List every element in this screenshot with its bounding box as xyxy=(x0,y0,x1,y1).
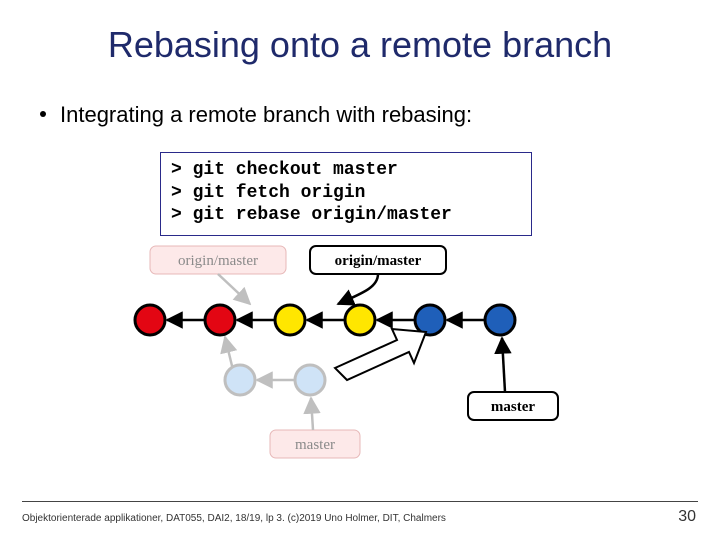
pointer-master-new xyxy=(502,338,505,392)
origin-master-new-text: origin/master xyxy=(335,253,422,269)
commit-c4 xyxy=(345,305,375,335)
move-arrow-icon xyxy=(335,329,426,380)
code-line-1: > git checkout master xyxy=(171,160,398,180)
commit-b2 xyxy=(295,365,325,395)
page-title: Rebasing onto a remote branch xyxy=(0,24,720,66)
footer-text: Objektorienterade applikationer, DAT055,… xyxy=(22,513,446,524)
commit-c6 xyxy=(485,305,515,335)
origin-master-old-label: origin/master xyxy=(150,246,286,274)
commit-b1 xyxy=(225,365,255,395)
pointer-origin-master-new xyxy=(338,274,378,304)
git-diagram: origin/master origin/master master maste… xyxy=(120,240,640,470)
edge-b1-c2 xyxy=(225,337,233,370)
commit-c3 xyxy=(275,305,305,335)
master-old-label: master xyxy=(270,430,360,458)
pointer-master-old xyxy=(311,398,313,430)
origin-master-new-label: origin/master xyxy=(310,246,446,274)
master-new-label: master xyxy=(468,392,558,420)
page-number: 30 xyxy=(678,508,696,526)
commit-c2 xyxy=(205,305,235,335)
origin-master-old-text: origin/master xyxy=(178,253,258,269)
bullet-icon xyxy=(40,111,46,117)
bullet-line: Integrating a remote branch with rebasin… xyxy=(40,102,472,128)
master-old-text: master xyxy=(295,437,335,453)
code-block: > git checkout master > git fetch origin… xyxy=(160,152,532,236)
commit-c1 xyxy=(135,305,165,335)
pointer-origin-master-old xyxy=(218,274,250,304)
master-new-text: master xyxy=(491,399,535,415)
code-line-2: > git fetch origin xyxy=(171,183,365,203)
code-line-3: > git rebase origin/master xyxy=(171,205,452,225)
bullet-text: Integrating a remote branch with rebasin… xyxy=(60,102,472,127)
footer-divider xyxy=(22,501,698,502)
